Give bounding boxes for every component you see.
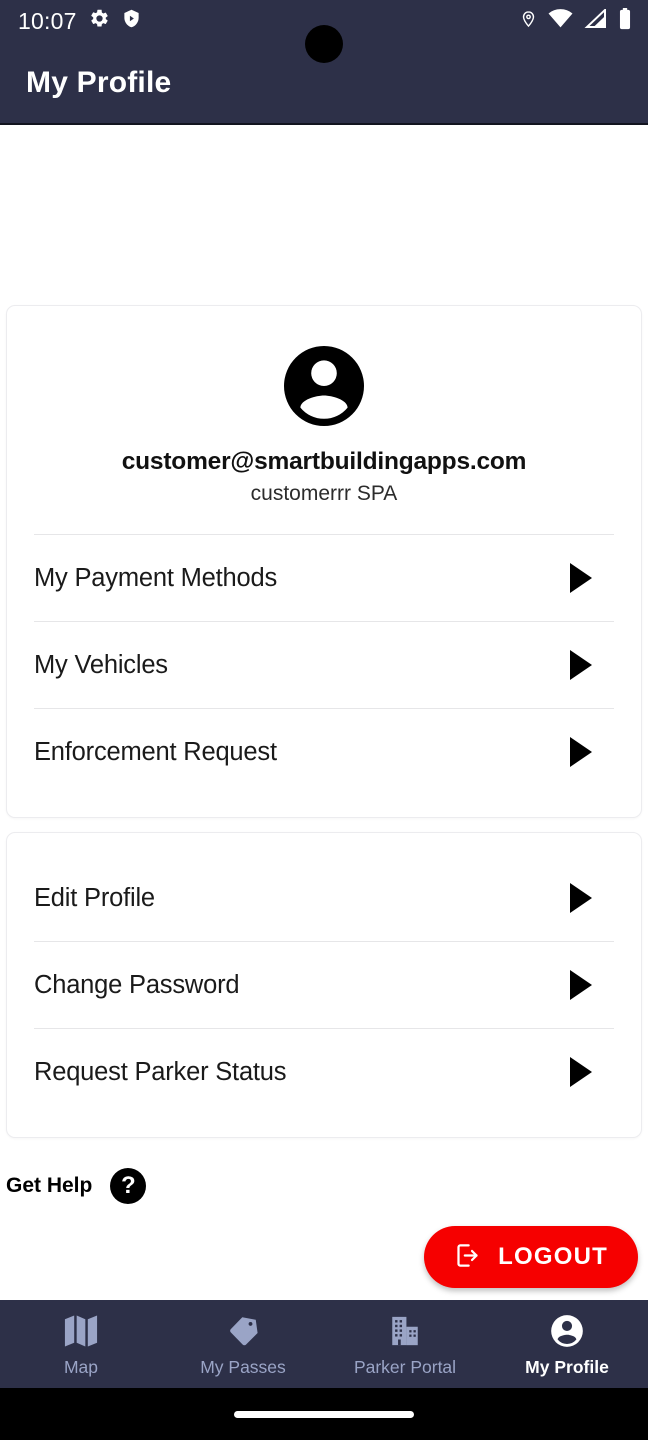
home-gesture-pill[interactable] <box>234 1410 414 1418</box>
profile-organization: customerrr SPA <box>250 482 398 505</box>
logout-row: LOGOUT <box>0 1226 648 1288</box>
arrow-right-icon <box>570 883 592 913</box>
avatar <box>7 338 641 434</box>
camera-punch-hole <box>305 25 343 63</box>
nav-item-label: My Profile <box>525 1356 609 1377</box>
system-gesture-area <box>0 1388 648 1440</box>
menu-item-label: Request Parker Status <box>34 1057 287 1086</box>
arrow-right-icon <box>570 737 592 767</box>
bottom-navigation: Map My Passes Parker Portal My Profile <box>0 1300 648 1388</box>
menu-item-label: My Vehicles <box>34 650 168 679</box>
logout-label: LOGOUT <box>498 1243 608 1270</box>
logout-icon <box>454 1242 481 1272</box>
arrow-right-icon <box>570 970 592 1000</box>
page-title: My Profile <box>26 65 172 99</box>
menu-item-enforcement-request[interactable]: Enforcement Request <box>7 709 641 795</box>
wifi-icon <box>548 9 573 33</box>
nav-item-label: My Passes <box>200 1356 286 1377</box>
nav-item-my-passes[interactable]: My Passes <box>162 1311 324 1378</box>
profile-email: customer@smartbuildingapps.com <box>121 448 527 475</box>
gear-icon <box>89 8 110 34</box>
get-help-section: Get Help ? <box>0 1168 648 1204</box>
shield-play-icon <box>122 8 141 34</box>
arrow-right-icon <box>570 1057 592 1087</box>
status-time: 10:07 <box>18 7 77 34</box>
nav-item-label: Parker Portal <box>353 1356 457 1377</box>
building-icon <box>387 1311 423 1351</box>
menu-item-request-parker-status[interactable]: Request Parker Status <box>7 1029 641 1115</box>
menu-item-label: Edit Profile <box>34 883 155 912</box>
cellular-signal-icon <box>584 7 607 33</box>
get-help-label: Get Help <box>6 1174 93 1197</box>
menu-item-my-vehicles[interactable]: My Vehicles <box>7 622 641 708</box>
menu-item-label: My Payment Methods <box>34 563 277 592</box>
profile-card: customer@smartbuildingapps.com customerr… <box>6 305 642 818</box>
account-circle-icon <box>548 1311 586 1351</box>
status-bar-left: 10:07 <box>18 8 141 35</box>
nav-item-parker-portal[interactable]: Parker Portal <box>324 1311 486 1378</box>
battery-icon <box>618 7 632 35</box>
main-content: customer@smartbuildingapps.com customerr… <box>0 127 648 1325</box>
menu-item-label: Change Password <box>34 970 240 999</box>
nav-item-label: Map <box>63 1356 99 1377</box>
question-mark-circle-icon[interactable]: ? <box>110 1168 147 1204</box>
settings-card: Edit Profile Change Password Request Par… <box>6 832 642 1138</box>
arrow-right-icon <box>570 563 592 593</box>
menu-item-my-payment-methods[interactable]: My Payment Methods <box>7 535 641 621</box>
location-pin-icon <box>520 8 537 35</box>
menu-item-edit-profile[interactable]: Edit Profile <box>7 855 641 941</box>
status-bar-right <box>520 0 632 42</box>
arrow-right-icon <box>570 650 592 680</box>
nav-item-my-profile[interactable]: My Profile <box>486 1311 648 1378</box>
menu-item-change-password[interactable]: Change Password <box>7 942 641 1028</box>
account-circle-icon <box>284 346 364 426</box>
nav-item-map[interactable]: Map <box>0 1311 162 1378</box>
tag-icon <box>224 1311 262 1351</box>
logout-button[interactable]: LOGOUT <box>424 1226 638 1288</box>
menu-item-label: Enforcement Request <box>34 737 277 766</box>
map-icon <box>62 1311 100 1351</box>
